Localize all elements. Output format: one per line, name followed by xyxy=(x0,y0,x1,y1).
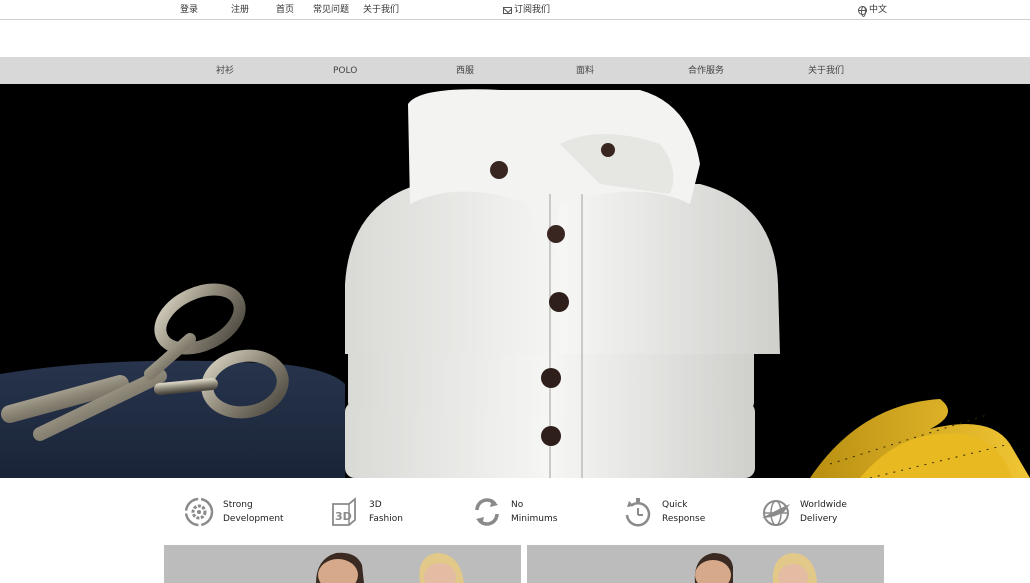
measuring-tape xyxy=(810,399,1030,478)
subscribe-link[interactable]: 订阅我们 xyxy=(503,4,550,16)
feature-3d-fashion: 3D 3D Fashion xyxy=(329,494,403,530)
svg-text:3D: 3D xyxy=(335,510,352,523)
nav-item-polo[interactable]: POLO xyxy=(333,65,357,77)
nav-item-suits[interactable]: 西服 xyxy=(456,65,474,77)
home-link[interactable]: 首页 xyxy=(276,4,294,16)
feature-line2: Fashion xyxy=(369,514,403,524)
features-strip: Strong Development 3D 3D Fashion No Mini… xyxy=(0,478,1030,544)
feature-line1: Quick xyxy=(662,500,688,510)
hero-banner[interactable] xyxy=(0,84,1030,478)
faq-link[interactable]: 常见问题 xyxy=(313,4,349,16)
login-link[interactable]: 登录 xyxy=(180,4,198,16)
product-photo-right[interactable] xyxy=(527,545,884,583)
nav-item-fabric[interactable]: 面料 xyxy=(576,65,594,77)
feature-line1: Strong xyxy=(223,500,253,510)
refresh-cycle-icon xyxy=(475,498,499,526)
gear-cycle-icon xyxy=(184,497,214,527)
about-link[interactable]: 关于我们 xyxy=(363,4,399,16)
feature-line1: Worldwide xyxy=(800,500,847,510)
feature-line2: Delivery xyxy=(800,514,838,524)
nav-item-shirts[interactable]: 衬衫 xyxy=(216,65,234,77)
hero-image xyxy=(0,89,1030,478)
models-image xyxy=(527,545,884,583)
feature-line1: 3D xyxy=(369,500,382,510)
top-utility-bar: 登录 注册 首页 常见问题 关于我们 订阅我们 中文 xyxy=(0,0,1030,20)
feature-line2: Development xyxy=(223,514,284,524)
language-label: 中文 xyxy=(869,5,888,15)
feature-line2: Response xyxy=(662,514,706,524)
feature-strong-development: Strong Development xyxy=(183,494,284,530)
models-image xyxy=(164,545,521,583)
nav-item-cooperation[interactable]: 合作服务 xyxy=(688,65,724,77)
globe-plane-icon xyxy=(762,500,790,526)
register-link[interactable]: 注册 xyxy=(231,4,249,16)
language-switch[interactable]: 中文 xyxy=(858,4,888,17)
globe-icon xyxy=(858,5,867,17)
3d-cube-icon: 3D xyxy=(332,497,356,526)
feature-line1: No xyxy=(511,500,524,510)
stopwatch-cycle-icon xyxy=(625,498,651,527)
mail-icon xyxy=(503,6,512,14)
shirt-stack xyxy=(345,89,780,478)
feature-no-minimums: No Minimums xyxy=(471,494,557,530)
nav-item-about[interactable]: 关于我们 xyxy=(808,65,844,77)
product-photo-left[interactable] xyxy=(164,545,521,583)
feature-line2: Minimums xyxy=(511,514,558,524)
feature-worldwide-delivery: Worldwide Delivery xyxy=(760,494,847,530)
feature-quick-response: Quick Response xyxy=(622,494,705,530)
main-navbar: 衬衫 POLO 西服 面料 合作服务 关于我们 xyxy=(0,57,1030,84)
subscribe-label: 订阅我们 xyxy=(514,5,551,15)
